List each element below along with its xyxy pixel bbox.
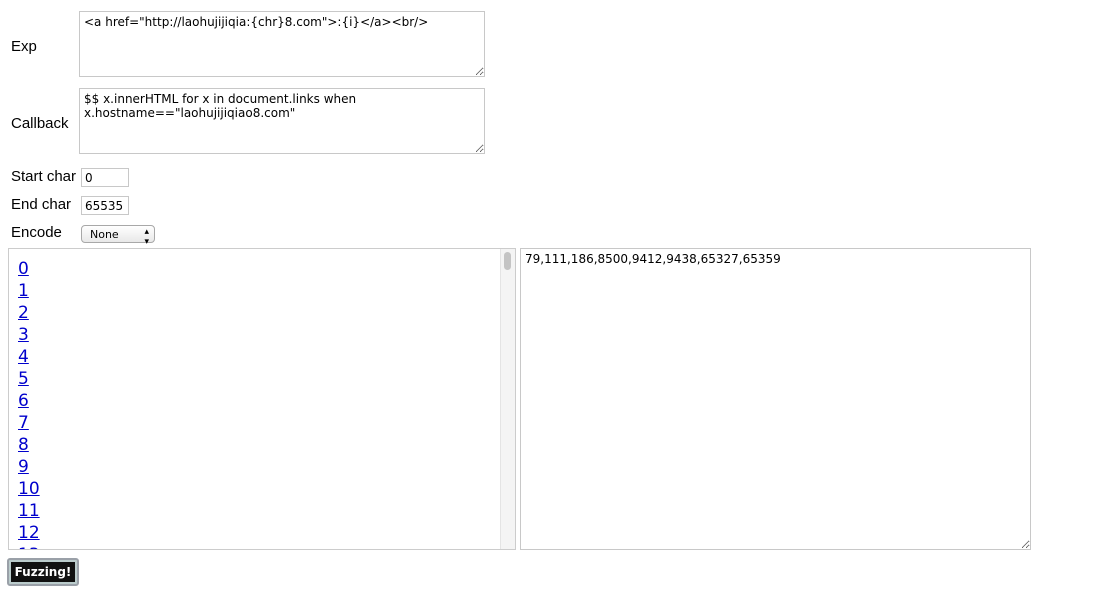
result-link[interactable]: 7 — [18, 412, 29, 434]
end-char-label: End char — [11, 196, 72, 213]
select-arrows-icon: ▴ ▾ — [144, 227, 149, 247]
encode-selected-value: None — [90, 228, 119, 241]
result-link[interactable]: 9 — [18, 456, 29, 478]
end-char-input[interactable] — [81, 196, 129, 215]
scrollbar-thumb[interactable] — [504, 252, 511, 270]
result-link[interactable]: 10 — [18, 478, 40, 500]
fuzzing-button-label: Fuzzing! — [11, 562, 75, 582]
callback-textarea[interactable]: $$ x.innerHTML for x in document.links w… — [79, 88, 485, 154]
result-link[interactable]: 5 — [18, 368, 29, 390]
links-output-frame: 012345678910111213 — [8, 248, 516, 550]
exp-label: Exp — [11, 38, 37, 55]
exp-textarea[interactable]: <a href="http://laohujijiqia:{chr}8.com"… — [79, 11, 485, 77]
start-char-input[interactable] — [81, 168, 129, 187]
fuzzing-button[interactable]: Fuzzing! — [7, 558, 79, 586]
result-link[interactable]: 8 — [18, 434, 29, 456]
scrollbar[interactable] — [500, 249, 515, 549]
result-link[interactable]: 13 — [18, 544, 40, 549]
result-link[interactable]: 4 — [18, 346, 29, 368]
result-link[interactable]: 6 — [18, 390, 29, 412]
result-link[interactable]: 12 — [18, 522, 40, 544]
callback-label: Callback — [11, 115, 69, 132]
result-link[interactable]: 11 — [18, 500, 40, 522]
result-textarea[interactable]: 79,111,186,8500,9412,9438,65327,65359 — [520, 248, 1031, 550]
encode-label: Encode — [11, 224, 62, 241]
result-link[interactable]: 2 — [18, 302, 29, 324]
result-link[interactable]: 1 — [18, 280, 29, 302]
result-link[interactable]: 0 — [18, 258, 29, 280]
start-char-label: Start char — [11, 168, 77, 185]
encode-select[interactable]: None ▴ ▾ — [81, 225, 155, 247]
result-link[interactable]: 3 — [18, 324, 29, 346]
